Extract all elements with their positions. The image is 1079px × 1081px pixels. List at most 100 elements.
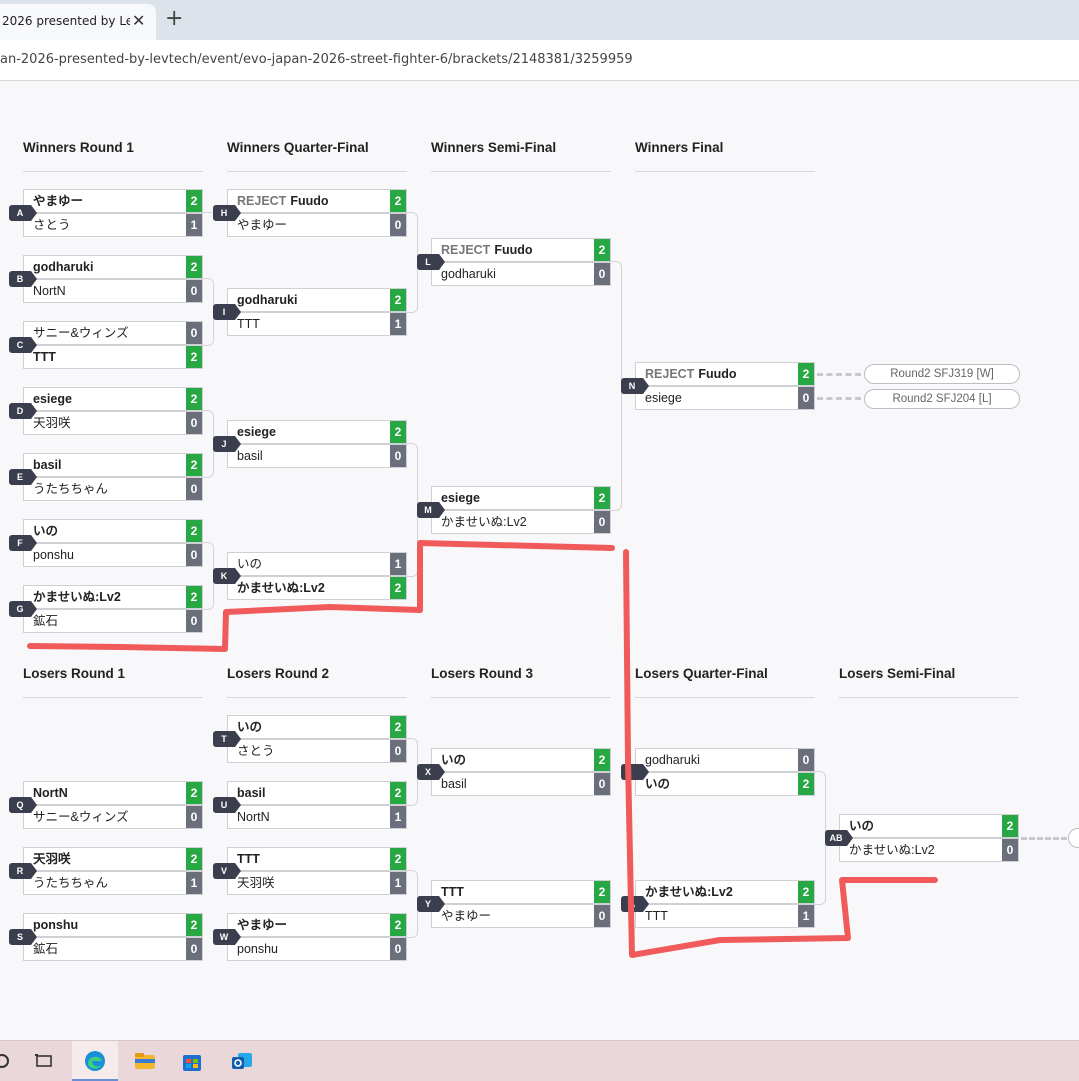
player-slot[interactable]: basil 0: [431, 772, 611, 796]
player-slot[interactable]: 鉱石 0: [23, 609, 203, 633]
player-slot[interactable]: godharuki 0: [635, 748, 815, 772]
match-y[interactable]: TTT 2 やまゆー 0 Y: [417, 880, 611, 928]
close-tab-icon[interactable]: ✕: [132, 4, 145, 38]
player-slot[interactable]: やまゆー 2: [23, 189, 203, 213]
match-r[interactable]: 天羽咲 2 うたちちゃん 1 R: [9, 847, 203, 895]
player-slot[interactable]: 鉱石 0: [23, 937, 203, 961]
match-a[interactable]: やまゆー 2 さとう 1 A: [9, 189, 203, 237]
player-slot[interactable]: さとう 1: [23, 213, 203, 237]
player-slot[interactable]: NortN 1: [227, 805, 407, 829]
match-f[interactable]: いの 2 ponshu 0 F: [9, 519, 203, 567]
player-slot[interactable]: ponshu 2: [23, 913, 203, 937]
address-bar[interactable]: an-2026-presented-by-levtech/event/evo-j…: [0, 40, 1079, 81]
task-view-icon[interactable]: [32, 1049, 56, 1073]
player-slot[interactable]: かませいぬ:Lv2 0: [431, 510, 611, 534]
next-round-winner-pill[interactable]: Round2 SFJ319 [W]: [864, 364, 1020, 384]
player-slot[interactable]: やまゆー 2: [227, 913, 407, 937]
match-j[interactable]: esiege 2 basil 0 J: [213, 420, 407, 468]
player-slot[interactable]: 天羽咲 1: [227, 871, 407, 895]
match-k[interactable]: いの 1 かませいぬ:Lv2 2 K: [213, 552, 407, 600]
match-ab[interactable]: いの 2 かませいぬ:Lv2 0 AB: [825, 814, 1019, 862]
score-box: 0: [186, 610, 202, 632]
player-slot[interactable]: いの 1: [227, 552, 407, 576]
player-slot[interactable]: esiege 2: [431, 486, 611, 510]
player-slot[interactable]: サニー&ウィンズ 0: [23, 805, 203, 829]
player-slot[interactable]: うたちちゃん 1: [23, 871, 203, 895]
player-slot[interactable]: TTT 2: [431, 880, 611, 904]
match-e[interactable]: basil 2 うたちちゃん 0 E: [9, 453, 203, 501]
outlook-icon[interactable]: [230, 1049, 254, 1073]
player-slot[interactable]: TTT 1: [635, 904, 815, 928]
player-slot[interactable]: basil 2: [23, 453, 203, 477]
match-h[interactable]: REJECT Fuudo 2 やまゆー 0 H: [213, 189, 407, 237]
match-l[interactable]: REJECT Fuudo 2 godharuki 0 L: [417, 238, 611, 286]
player-slot[interactable]: NortN 0: [23, 279, 203, 303]
file-explorer-icon[interactable]: [133, 1049, 157, 1073]
player-slot[interactable]: REJECT Fuudo 2: [431, 238, 611, 262]
player-slot[interactable]: やまゆー 0: [227, 213, 407, 237]
player-slot[interactable]: さとう 0: [227, 739, 407, 763]
match-s[interactable]: ponshu 2 鉱石 0 S: [9, 913, 203, 961]
match-t[interactable]: いの 2 さとう 0 T: [213, 715, 407, 763]
player-slot[interactable]: いの 2: [839, 814, 1019, 838]
match-c[interactable]: サニー&ウィンズ 0 TTT 2 C: [9, 321, 203, 369]
player-slot[interactable]: REJECT Fuudo 2: [227, 189, 407, 213]
match-w[interactable]: やまゆー 2 ponshu 0 W: [213, 913, 407, 961]
player-slot[interactable]: サニー&ウィンズ 0: [23, 321, 203, 345]
match-aa[interactable]: かませいぬ:Lv2 2 TTT 1 A: [621, 880, 815, 928]
edge-browser-icon[interactable]: [83, 1049, 107, 1073]
player-name-text: godharuki: [441, 267, 496, 281]
match-id-badge: J: [213, 436, 241, 452]
player-slot[interactable]: TTT 2: [227, 847, 407, 871]
new-tab-icon[interactable]: +: [165, 6, 183, 31]
match-v[interactable]: TTT 2 天羽咲 1 V: [213, 847, 407, 895]
player-slot[interactable]: basil 2: [227, 781, 407, 805]
player-slot[interactable]: うたちちゃん 0: [23, 477, 203, 501]
next-round-loser-pill[interactable]: Round2 SFJ204 [L]: [864, 389, 1020, 409]
player-slot[interactable]: いの 2: [23, 519, 203, 543]
player-slot[interactable]: かませいぬ:Lv2 0: [839, 838, 1019, 862]
player-slot[interactable]: TTT 1: [227, 312, 407, 336]
player-slot[interactable]: esiege 0: [635, 386, 815, 410]
browser-tab[interactable]: 2026 presented by Levtech ✕: [0, 4, 156, 40]
match-d[interactable]: esiege 2 天羽咲 0 D: [9, 387, 203, 435]
match-id-badge: S: [9, 929, 37, 945]
score-box: 0: [594, 773, 610, 795]
search-icon[interactable]: [0, 1049, 16, 1073]
match-b[interactable]: godharuki 2 NortN 0 B: [9, 255, 203, 303]
player-slot[interactable]: 天羽咲 0: [23, 411, 203, 435]
url-text[interactable]: an-2026-presented-by-levtech/event/evo-j…: [0, 52, 633, 67]
match-n[interactable]: REJECT Fuudo 2 esiege 0 N: [621, 362, 815, 410]
player-slot[interactable]: esiege 2: [227, 420, 407, 444]
match-x[interactable]: いの 2 basil 0 X: [417, 748, 611, 796]
player-slot[interactable]: ponshu 0: [227, 937, 407, 961]
store-icon[interactable]: [180, 1049, 204, 1073]
player-slot[interactable]: かませいぬ:Lv2 2: [635, 880, 815, 904]
player-name-text: Fuudo: [494, 243, 533, 257]
player-slot[interactable]: REJECT Fuudo 2: [635, 362, 815, 386]
next-round-pill-partial[interactable]: [1068, 828, 1079, 848]
player-name: かませいぬ:Lv2: [441, 511, 527, 533]
player-slot[interactable]: godharuki 2: [227, 288, 407, 312]
player-slot[interactable]: 天羽咲 2: [23, 847, 203, 871]
player-slot[interactable]: esiege 2: [23, 387, 203, 411]
match-q[interactable]: NortN 2 サニー&ウィンズ 0 Q: [9, 781, 203, 829]
match-z[interactable]: godharuki 0 いの 2: [621, 748, 815, 796]
player-slot[interactable]: かませいぬ:Lv2 2: [23, 585, 203, 609]
match-u[interactable]: basil 2 NortN 1 U: [213, 781, 407, 829]
player-slot[interactable]: basil 0: [227, 444, 407, 468]
match-g[interactable]: かませいぬ:Lv2 2 鉱石 0 G: [9, 585, 203, 633]
player-slot[interactable]: いの 2: [635, 772, 815, 796]
player-slot[interactable]: やまゆー 0: [431, 904, 611, 928]
player-slot[interactable]: いの 2: [227, 715, 407, 739]
player-slot[interactable]: godharuki 2: [23, 255, 203, 279]
player-slot[interactable]: ponshu 0: [23, 543, 203, 567]
player-slot[interactable]: TTT 2: [23, 345, 203, 369]
player-slot[interactable]: godharuki 0: [431, 262, 611, 286]
match-i[interactable]: godharuki 2 TTT 1 I: [213, 288, 407, 336]
player-slot[interactable]: NortN 2: [23, 781, 203, 805]
player-slot[interactable]: いの 2: [431, 748, 611, 772]
player-slot[interactable]: かませいぬ:Lv2 2: [227, 576, 407, 600]
player-name-text: かませいぬ:Lv2: [849, 843, 935, 857]
match-m[interactable]: esiege 2 かませいぬ:Lv2 0 M: [417, 486, 611, 534]
